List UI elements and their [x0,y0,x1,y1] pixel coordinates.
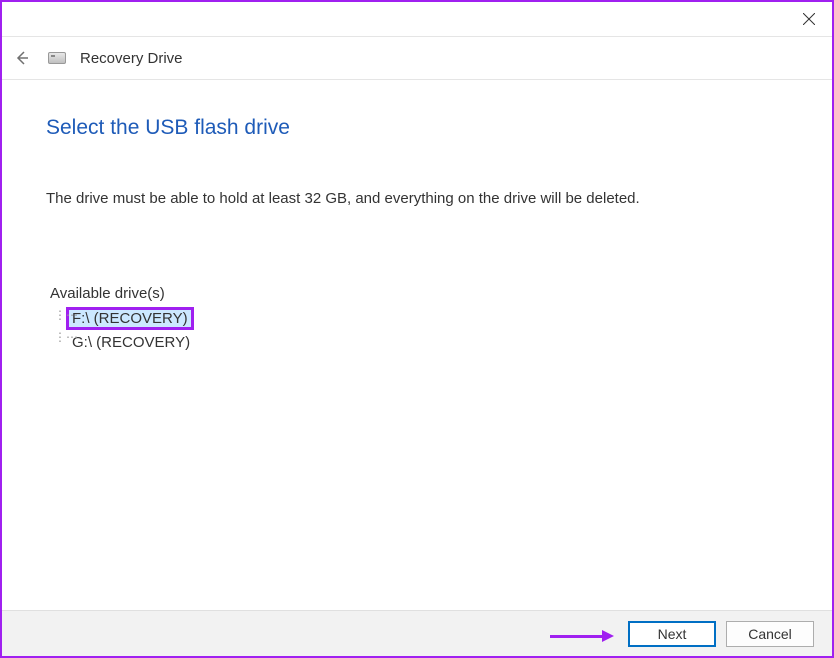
back-button[interactable] [10,46,34,70]
bottom-bar: Next Cancel [2,610,832,656]
close-icon [803,13,815,25]
arrow-line-icon [550,635,602,638]
header-title: Recovery Drive [80,50,183,67]
back-arrow-icon [13,49,31,67]
content-area: Select the USB flash drive The drive mus… [2,80,832,354]
drives-label: Available drive(s) [50,285,788,302]
page-heading: Select the USB flash drive [46,116,788,140]
drive-label: F:\ (RECOVERY) [69,310,191,327]
arrow-head-icon [602,630,614,642]
drives-section: Available drive(s) ⋮⋯ F:\ (RECOVERY) ⋮⋯ … [50,285,788,354]
tree-connector-icon: ⋮⋯ [54,308,78,322]
page-description: The drive must be able to hold at least … [46,190,788,207]
arrow-annotation [550,630,614,642]
drive-item-g[interactable]: ⋮⋯ G:\ (RECOVERY) [50,330,788,354]
next-button[interactable]: Next [628,621,716,647]
drive-item-f[interactable]: ⋮⋯ F:\ (RECOVERY) [50,306,788,330]
close-button[interactable] [786,4,832,34]
drive-icon [48,52,66,64]
drive-label: G:\ (RECOVERY) [69,334,193,351]
titlebar [2,2,832,36]
cancel-button[interactable]: Cancel [726,621,814,647]
tree-connector-icon: ⋮⋯ [54,330,78,344]
header-bar: Recovery Drive [2,36,832,80]
